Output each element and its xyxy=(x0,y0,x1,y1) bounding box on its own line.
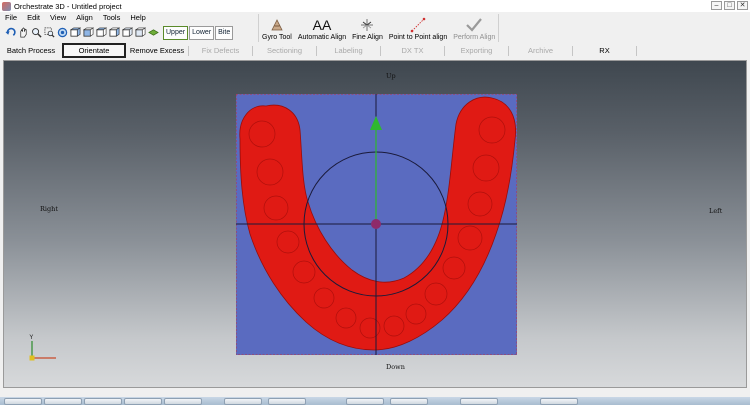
minimize-button[interactable]: – xyxy=(711,1,722,10)
taskbar-button[interactable] xyxy=(44,398,82,405)
point-to-point-align-label: Point to Point align xyxy=(388,34,448,41)
close-button[interactable]: ✕ xyxy=(737,1,748,10)
window-title: Orchestrate 3D - Untitled project xyxy=(14,1,122,11)
gyro-tool-label: Gyro Tool xyxy=(262,34,292,41)
step-rx[interactable]: RX xyxy=(573,43,636,58)
window-controls: – □ ✕ xyxy=(711,1,748,10)
auto-align-icon: AA xyxy=(312,17,332,33)
title-bar: Orchestrate 3D - Untitled project – □ ✕ xyxy=(0,0,750,12)
view-right-icon[interactable] xyxy=(108,27,120,39)
taskbar-button[interactable] xyxy=(124,398,162,405)
automatic-align-label: Automatic Align xyxy=(297,34,347,41)
taskbar-button[interactable] xyxy=(224,398,262,405)
step-dx-tx[interactable]: DX TX xyxy=(381,43,444,58)
dental-model-scene[interactable] xyxy=(236,94,517,355)
taskbar-button[interactable] xyxy=(390,398,428,405)
app-window: Orchestrate 3D - Untitled project – □ ✕ … xyxy=(0,0,750,405)
os-taskbar xyxy=(0,397,750,405)
step-batch-process[interactable]: Batch Process xyxy=(0,43,62,58)
taskbar-button[interactable] xyxy=(4,398,42,405)
taskbar-button[interactable] xyxy=(460,398,498,405)
step-orientate[interactable]: Orientate xyxy=(62,43,126,58)
menu-bar: File Edit View Align Tools Help xyxy=(0,12,260,23)
taskbar-button[interactable] xyxy=(84,398,122,405)
perform-align-label: Perform Align xyxy=(453,34,496,41)
fine-align-icon xyxy=(359,16,375,34)
menu-tools[interactable]: Tools xyxy=(98,13,126,22)
rotate-view-icon[interactable] xyxy=(56,27,68,39)
step-fix-defects[interactable]: Fix Defects xyxy=(189,43,252,58)
fine-align-button[interactable]: Fine Align xyxy=(349,12,386,43)
step-labeling[interactable]: Labeling xyxy=(317,43,380,58)
view-bottom-icon[interactable] xyxy=(134,27,146,39)
zoom-box-icon[interactable] xyxy=(43,27,55,39)
view-down-label: Down xyxy=(386,363,405,371)
menu-help[interactable]: Help xyxy=(125,13,150,22)
undo-icon[interactable] xyxy=(4,27,16,39)
main-toolbar: Upper Lower Bite xyxy=(0,24,260,41)
step-archive[interactable]: Archive xyxy=(509,43,572,58)
pivot-handle[interactable] xyxy=(371,219,381,229)
fine-align-label: Fine Align xyxy=(352,34,383,41)
view-back-icon[interactable] xyxy=(82,27,94,39)
maximize-button[interactable]: □ xyxy=(724,1,735,10)
view-left-label: Left xyxy=(709,207,723,215)
gyro-tool-button[interactable]: Gyro Tool xyxy=(259,12,295,43)
menu-edit[interactable]: Edit xyxy=(22,13,45,22)
step-remove-excess[interactable]: Remove Excess xyxy=(126,43,188,58)
perform-align-button[interactable]: Perform Align xyxy=(450,12,498,43)
view-front-icon[interactable] xyxy=(69,27,81,39)
taskbar-button[interactable] xyxy=(164,398,202,405)
view-up-label: Up xyxy=(386,72,396,80)
taskbar-button[interactable] xyxy=(540,398,578,405)
automatic-align-button[interactable]: AA Automatic Align xyxy=(295,12,349,43)
taskbar-button[interactable] xyxy=(346,398,384,405)
toolbar-separator xyxy=(498,14,500,42)
workflow-steps: Batch Process Orientate Remove Excess Fi… xyxy=(0,42,750,59)
point-to-point-align-button[interactable]: Point to Point align xyxy=(386,12,450,43)
gyro-icon xyxy=(269,16,285,34)
upper-jaw-button[interactable]: Upper xyxy=(163,25,189,40)
menu-view[interactable]: View xyxy=(45,13,71,22)
taskbar-button[interactable] xyxy=(268,398,306,405)
view-left-icon[interactable] xyxy=(95,27,107,39)
toggle-model-icon[interactable] xyxy=(147,27,159,39)
3d-viewport[interactable]: Up Down Right Left Y xyxy=(3,60,747,388)
checkmark-icon xyxy=(465,16,483,34)
zoom-icon[interactable] xyxy=(30,27,42,39)
menu-file[interactable]: File xyxy=(0,13,22,22)
step-sectioning[interactable]: Sectioning xyxy=(253,43,316,58)
lower-jaw-button[interactable]: Lower xyxy=(189,25,215,40)
pan-hand-icon[interactable] xyxy=(17,27,29,39)
app-logo-icon xyxy=(2,1,11,11)
axis-triad: Y xyxy=(29,334,56,361)
axis-y-label: Y xyxy=(29,334,34,341)
step-divider xyxy=(636,45,637,56)
bite-button[interactable]: Bite xyxy=(215,25,234,40)
view-top-icon[interactable] xyxy=(121,27,133,39)
point-align-icon xyxy=(409,16,427,34)
align-tools-group: Gyro Tool AA Automatic Align Fine Align … xyxy=(258,12,500,43)
view-right-label: Right xyxy=(40,205,58,213)
menu-align[interactable]: Align xyxy=(71,13,98,22)
step-exporting[interactable]: Exporting xyxy=(445,43,508,58)
